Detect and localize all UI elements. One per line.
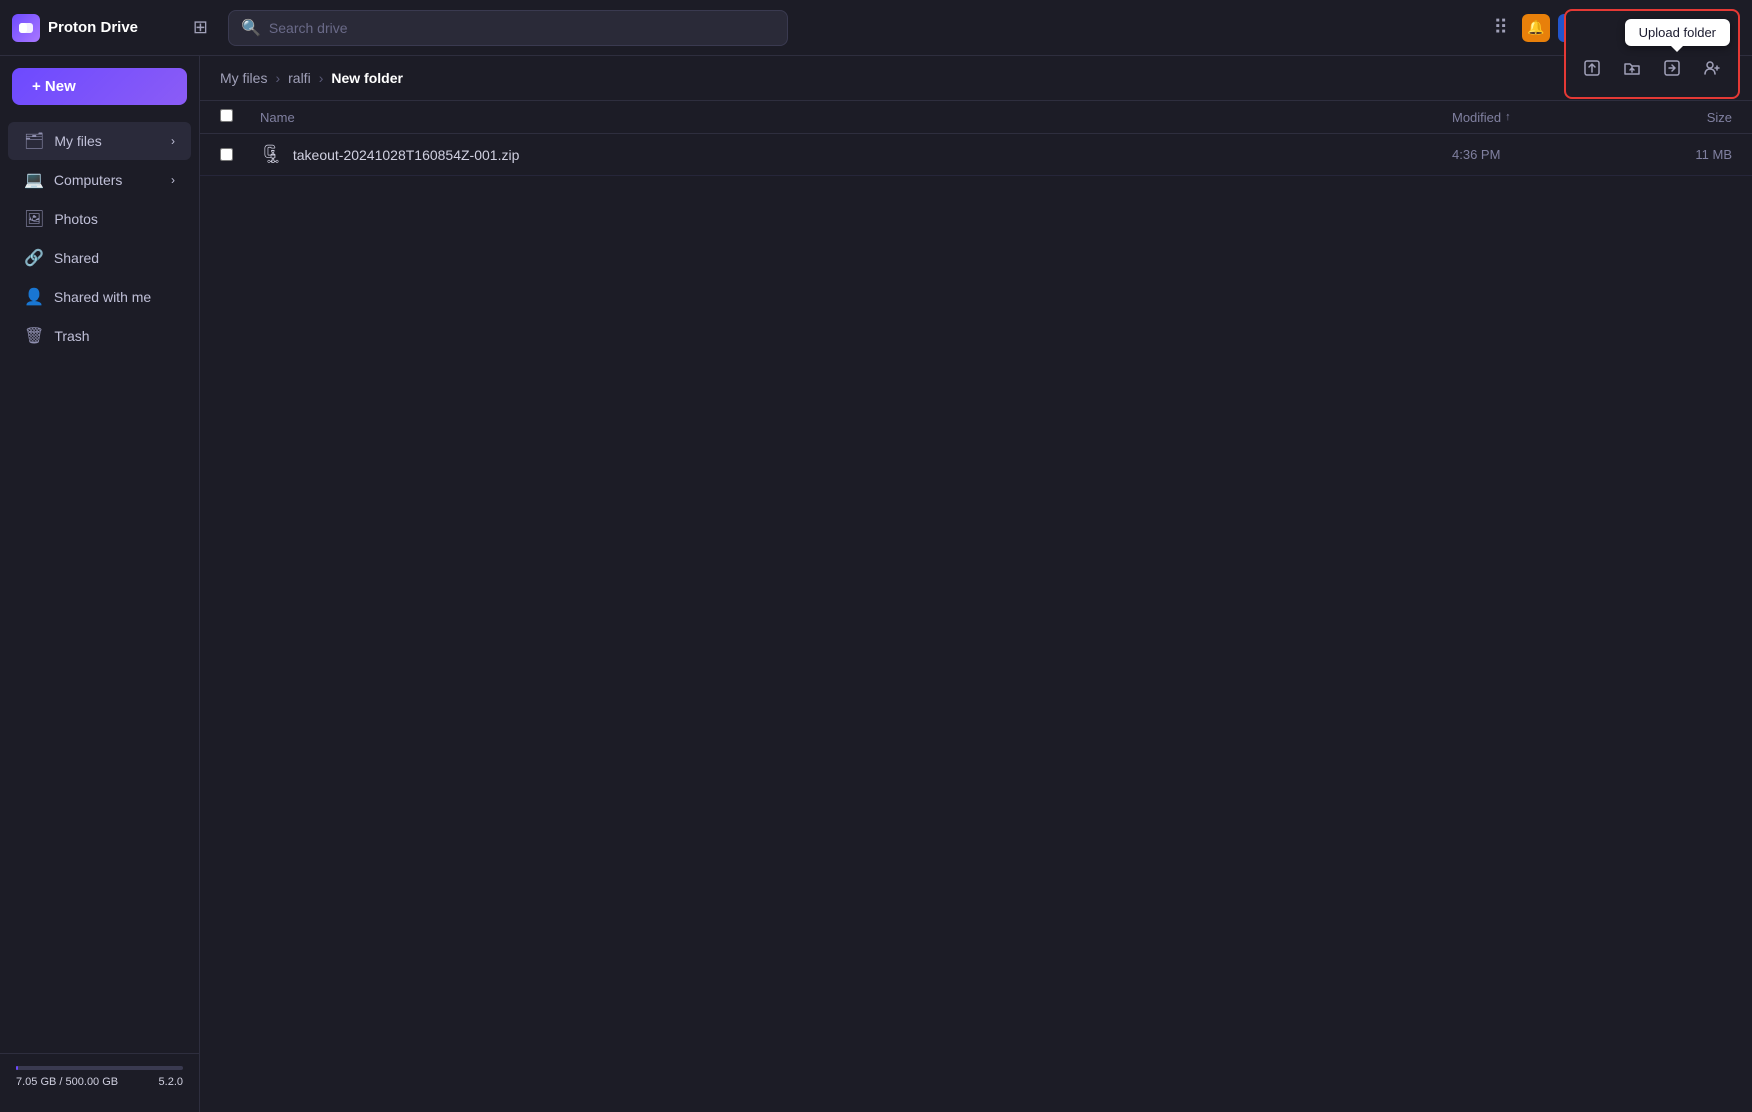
table-header: Name Modified ↑ Size [200, 101, 1752, 134]
photos-icon: 🖼 [24, 209, 44, 229]
col-size-header: Size [1612, 110, 1732, 125]
app-name: Proton Drive [48, 19, 138, 36]
row-size: 11 MB [1612, 147, 1732, 162]
file-table: Name Modified ↑ Size 🗜 takeout-20241028T… [200, 101, 1752, 1112]
storage-bar-fill [16, 1066, 18, 1070]
topbar: Proton Drive ⊞ 🔍 Upload folder [0, 0, 1752, 56]
sidebar-footer: 7.05 GB / 500.00 GB 5.2.0 [0, 1053, 199, 1100]
sidebar-label-photos: Photos [54, 211, 175, 227]
notification-badge[interactable]: 🔔 [1522, 14, 1550, 42]
row-checkbox[interactable] [220, 148, 233, 161]
sidebar-item-my-files[interactable]: 🗂 My files › [8, 122, 191, 160]
col-modified-header[interactable]: Modified ↑ [1452, 110, 1612, 125]
shared-with-me-icon: 👤 [24, 287, 44, 307]
breadcrumb-sep-1: › [275, 70, 280, 86]
upload-tooltip-area: Upload folder [1564, 9, 1740, 99]
new-button[interactable]: + New [12, 68, 187, 105]
logo-area: Proton Drive ⊞ [12, 13, 212, 42]
row-modified: 4:36 PM [1452, 147, 1612, 162]
my-files-arrow: › [171, 134, 175, 148]
sidebar: + New 🗂 My files › 💻 Computers › 🖼 Photo… [0, 56, 200, 1112]
computers-icon: 💻 [24, 170, 44, 190]
shared-icon: 🔗 [24, 248, 44, 268]
sort-arrow: ↑ [1505, 111, 1511, 123]
search-bar: 🔍 [228, 10, 788, 46]
select-all-checkbox[interactable] [220, 109, 233, 122]
search-icon: 🔍 [241, 18, 261, 38]
my-files-icon: 🗂 [24, 131, 44, 151]
apps-toggle-button[interactable]: ⊞ [189, 13, 212, 42]
main-layout: + New 🗂 My files › 💻 Computers › 🖼 Photo… [0, 56, 1752, 1112]
proton-logo-icon [12, 14, 40, 42]
table-row[interactable]: 🗜 takeout-20241028T160854Z-001.zip 4:36 … [200, 134, 1752, 176]
sidebar-nav: 🗂 My files › 💻 Computers › 🖼 Photos 🔗 Sh… [0, 121, 199, 356]
sidebar-item-computers[interactable]: 💻 Computers › [8, 161, 191, 199]
sidebar-item-shared[interactable]: 🔗 Shared [8, 239, 191, 277]
storage-used: 7.05 GB / 500.00 GB [16, 1076, 118, 1088]
upload-folder-tooltip: Upload folder [1625, 19, 1730, 46]
row-checkbox-cell [220, 148, 260, 161]
select-all-checkbox-cell [220, 109, 260, 125]
version-text: 5.2.0 [159, 1076, 183, 1088]
sidebar-label-trash: Trash [54, 328, 175, 344]
breadcrumb-my-files[interactable]: My files [220, 70, 267, 86]
computers-arrow: › [171, 173, 175, 187]
row-name-cell: 🗜 takeout-20241028T160854Z-001.zip [260, 144, 1452, 165]
share-button[interactable] [1654, 52, 1690, 89]
sidebar-label-computers: Computers [54, 172, 161, 188]
col-name-header: Name [260, 110, 1452, 125]
breadcrumb: My files › ralfi › New folder [200, 56, 1752, 101]
breadcrumb-ralfi[interactable]: ralfi [288, 70, 311, 86]
upload-folder-button[interactable] [1614, 52, 1650, 89]
apps-grid-button[interactable]: ⠿ [1487, 9, 1514, 46]
breadcrumb-sep-2: › [319, 70, 324, 86]
storage-text: 7.05 GB / 500.00 GB 5.2.0 [16, 1076, 183, 1088]
topbar-right: Upload folder [1487, 9, 1740, 46]
sidebar-label-shared: Shared [54, 250, 175, 266]
file-icon: 🗜 [260, 144, 283, 165]
sidebar-item-photos[interactable]: 🖼 Photos [8, 200, 191, 238]
file-name: takeout-20241028T160854Z-001.zip [293, 147, 520, 163]
upload-file-button[interactable] [1574, 52, 1610, 89]
content-area: My files › ralfi › New folder Name Modif… [200, 56, 1752, 1112]
sidebar-item-trash[interactable]: 🗑 Trash [8, 317, 191, 355]
breadcrumb-current: New folder [331, 70, 403, 86]
sidebar-item-shared-with-me[interactable]: 👤 Shared with me [8, 278, 191, 316]
search-input[interactable] [269, 20, 775, 36]
sidebar-label-my-files: My files [54, 133, 161, 149]
storage-bar-background [16, 1066, 183, 1070]
trash-icon: 🗑 [24, 326, 44, 346]
sidebar-label-shared-with-me: Shared with me [54, 289, 175, 305]
person-add-button[interactable] [1694, 52, 1730, 89]
toolbar-icon-row [1574, 52, 1730, 89]
